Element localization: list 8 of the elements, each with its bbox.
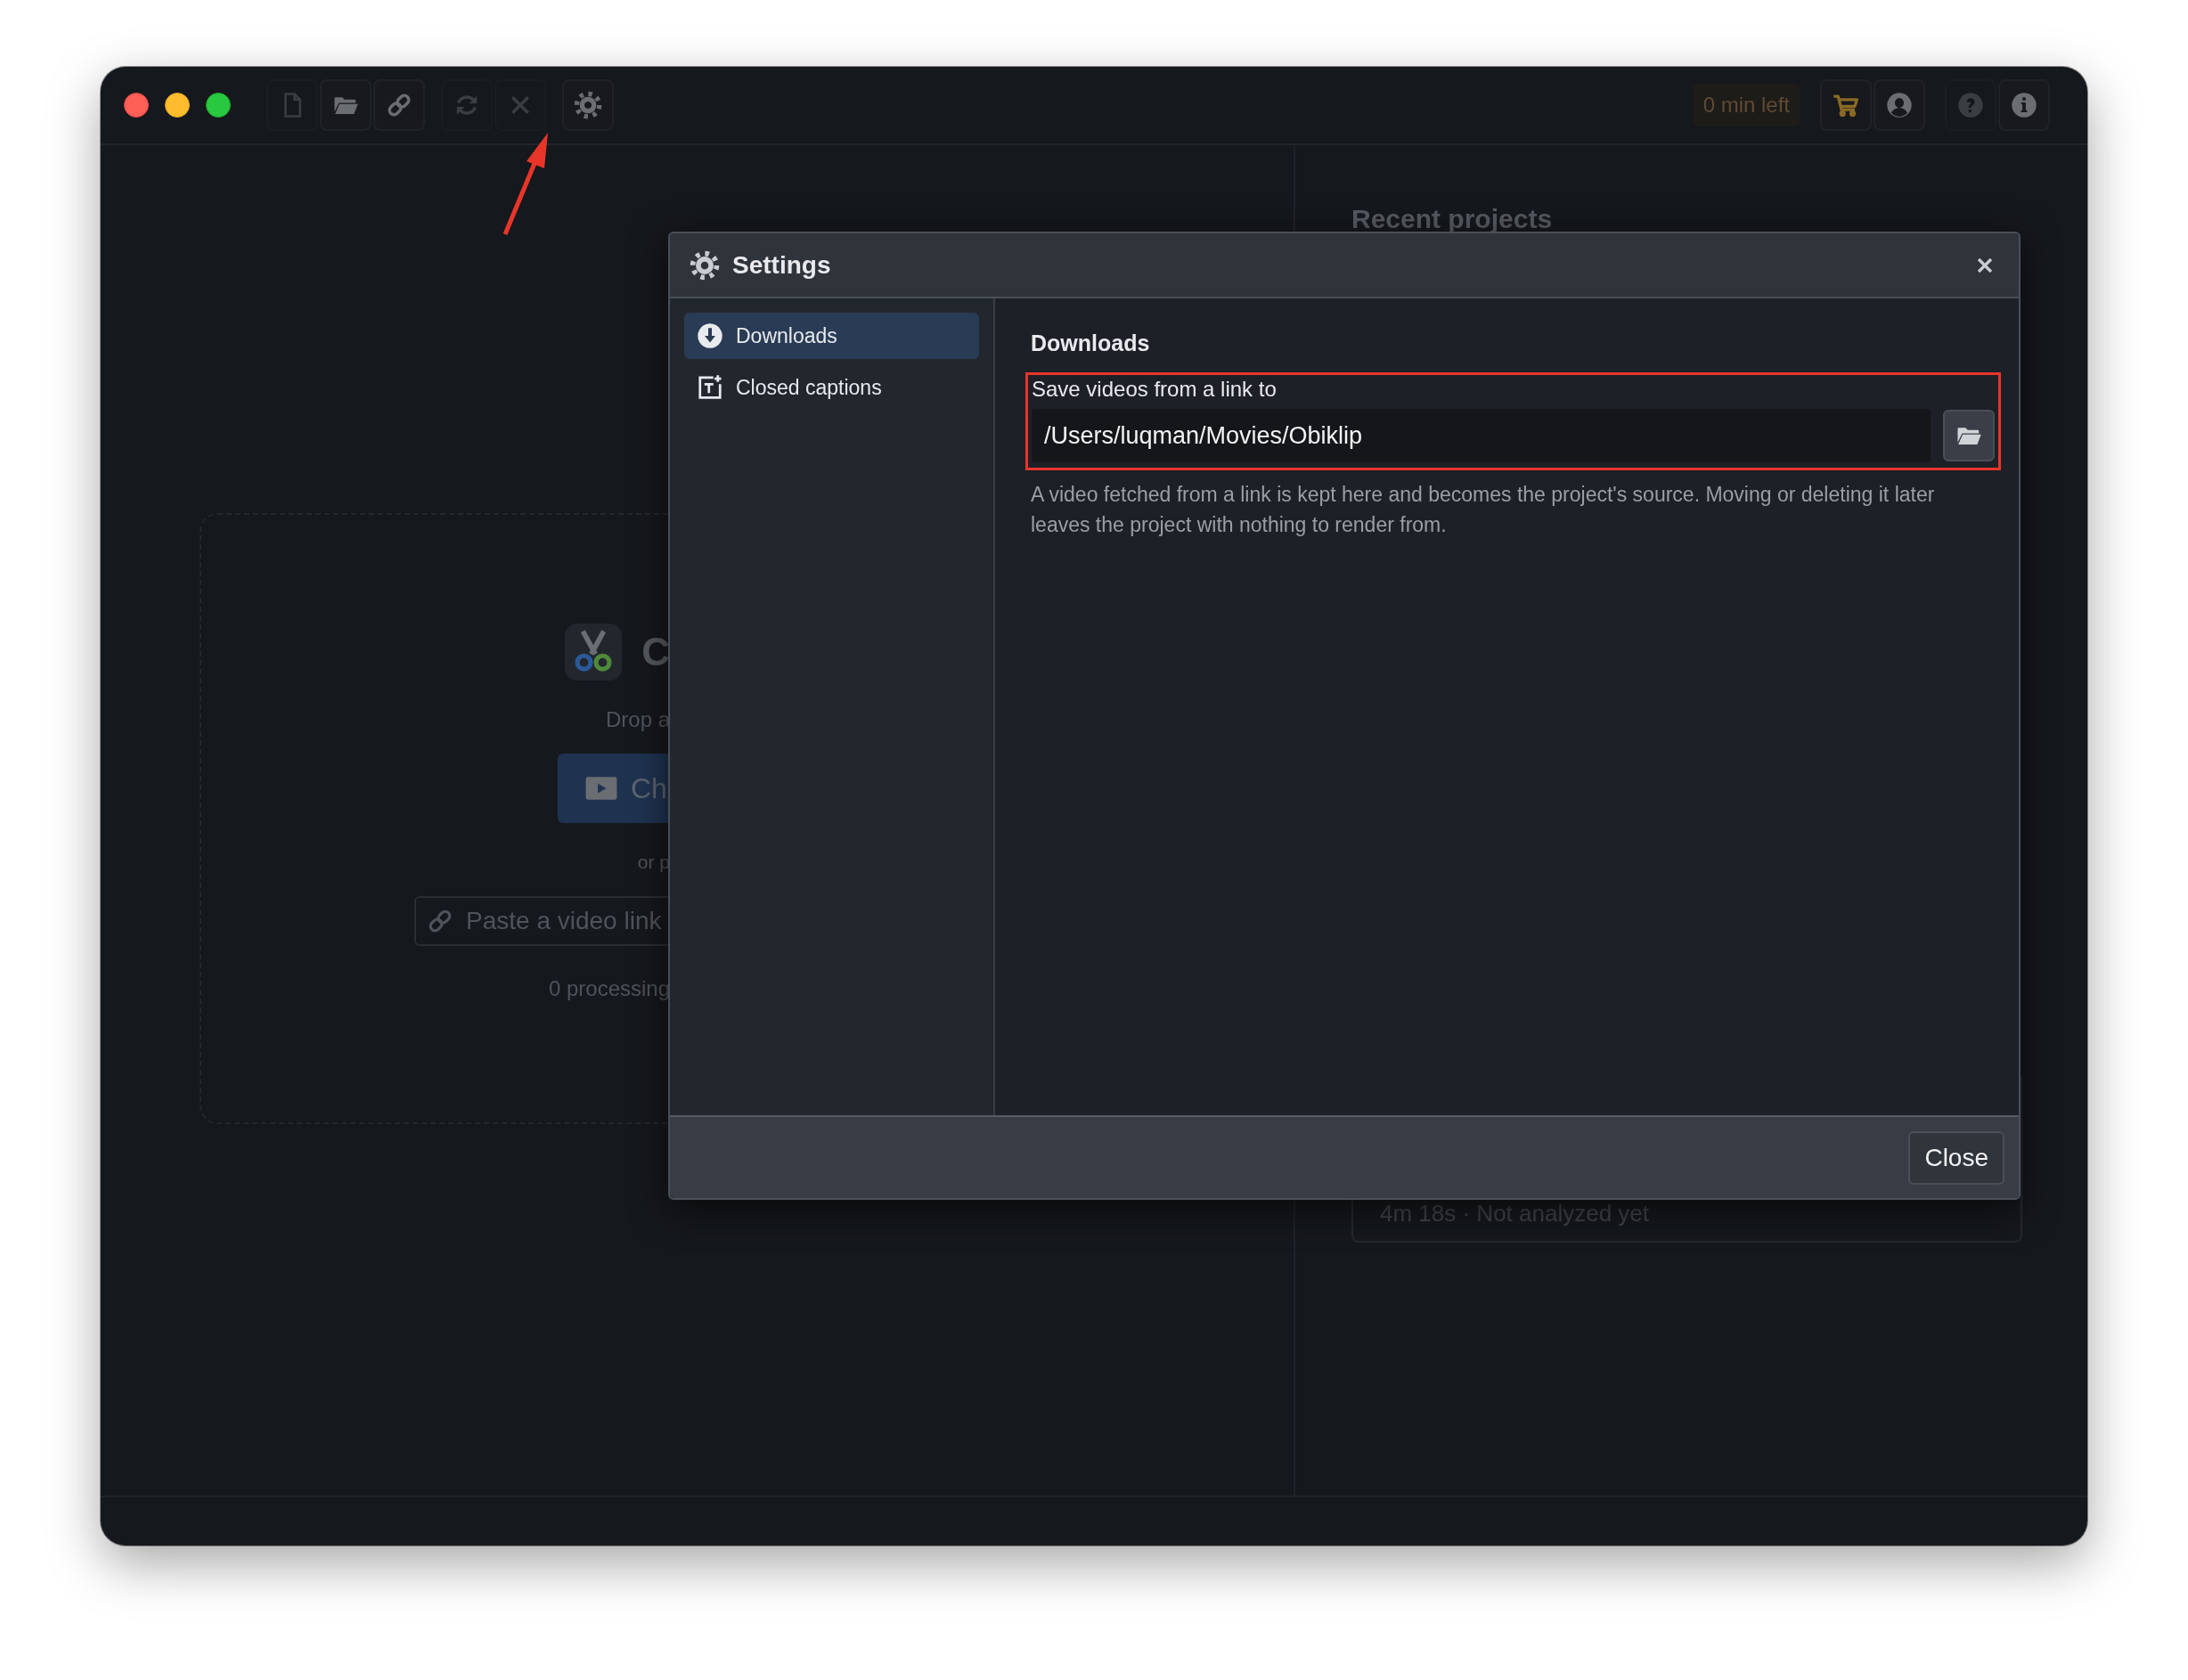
dialog-title: Settings xyxy=(732,250,832,280)
recent-projects-heading: Recent projects xyxy=(1351,204,1554,234)
app-title: C xyxy=(641,630,670,674)
processing-status: 0 processing xyxy=(548,976,670,1001)
help-text: A video fetched from a link is kept here and becomes the project's source. Moving or deleting it later leaves the project with nothing to render from. xyxy=(1031,482,1936,538)
time-remaining-badge: 0 min left xyxy=(1692,84,1800,126)
field-label: Save videos from a link to xyxy=(1032,377,1278,402)
section-heading: Downloads xyxy=(1031,330,1151,356)
